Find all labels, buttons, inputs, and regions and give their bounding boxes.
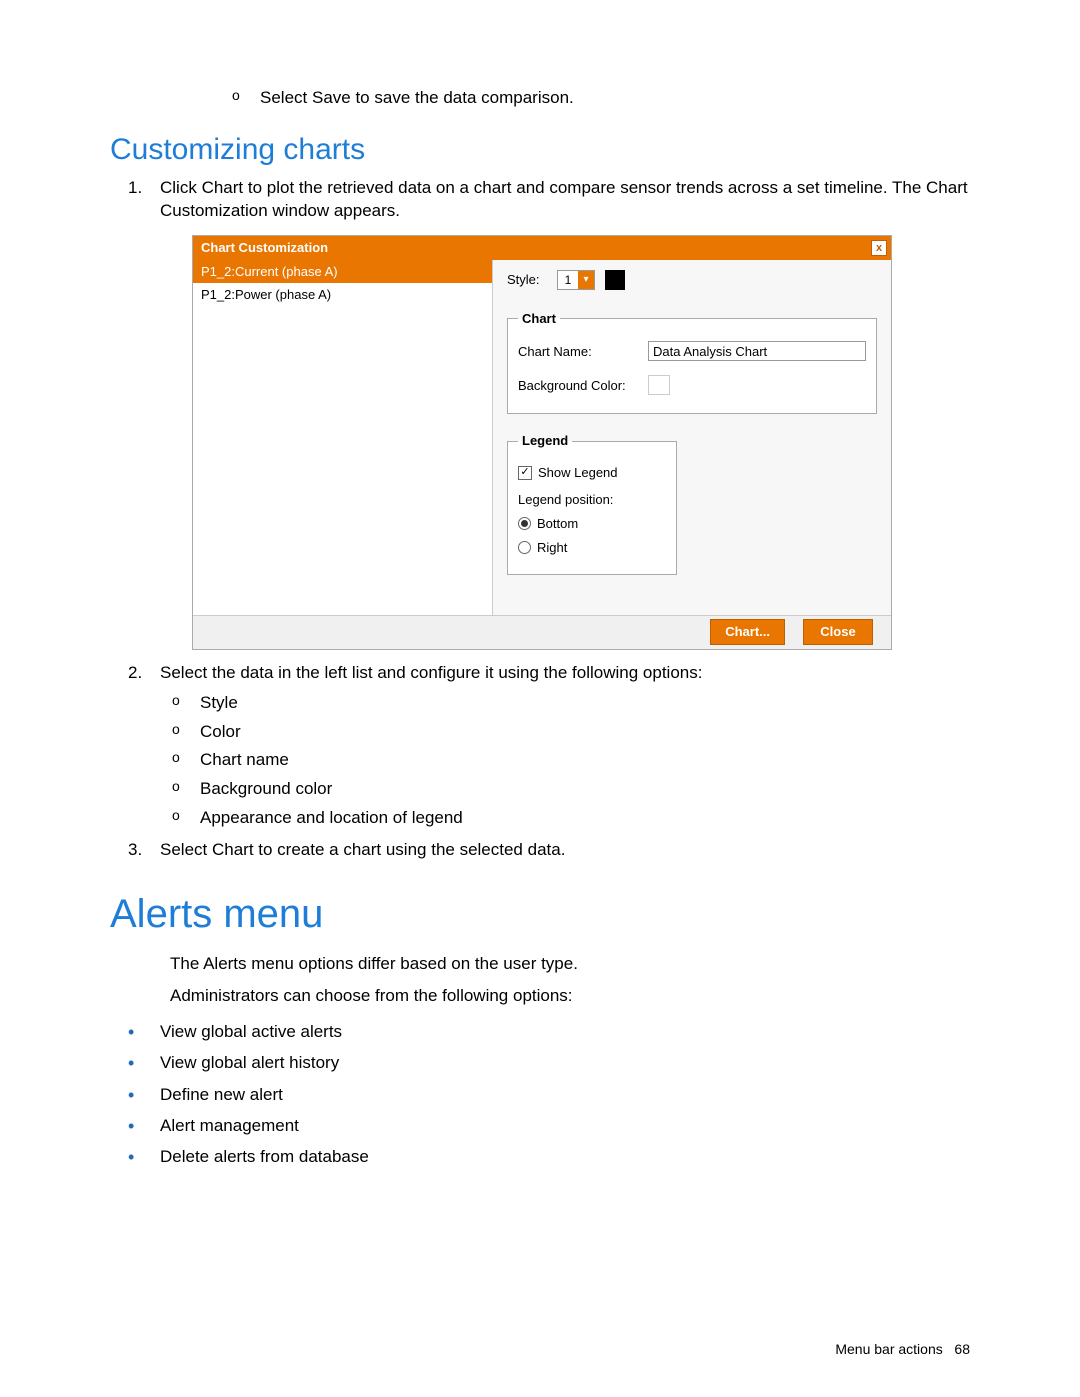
steps-list: 1. Click Chart to plot the retrieved dat… xyxy=(110,177,970,862)
close-button[interactable]: Close xyxy=(803,619,873,645)
heading-customizing-charts: Customizing charts xyxy=(110,133,970,167)
opt-legend: Appearance and location of legend xyxy=(160,804,970,833)
admin-opt: View global alert history xyxy=(110,1047,970,1078)
chart-name-row: Chart Name: xyxy=(518,341,866,361)
data-list[interactable]: P1_2:Current (phase A) P1_2:Power (phase… xyxy=(193,260,493,615)
admin-opt: Define new alert xyxy=(110,1079,970,1110)
text: to save the data comparison. xyxy=(351,88,574,107)
page-footer: Menu bar actions 68 xyxy=(835,1341,970,1357)
footer-section: Menu bar actions xyxy=(835,1341,942,1357)
fieldset-legend: Legend xyxy=(518,432,572,450)
step-3: 3. Select Chart to create a chart using … xyxy=(110,839,970,862)
style-label: Style: xyxy=(507,271,547,289)
text: to create a chart using the selected dat… xyxy=(254,840,566,859)
style-value: 1 xyxy=(558,271,578,289)
step-number: 3. xyxy=(128,839,142,862)
bg-color-row: Background Color: xyxy=(518,375,866,395)
show-legend-checkbox[interactable]: ✓ xyxy=(518,466,532,480)
chart-word: Chart xyxy=(202,178,244,197)
save-word: Save xyxy=(312,88,351,107)
opt-color: Color xyxy=(160,718,970,747)
opt-bg-color: Background color xyxy=(160,775,970,804)
radio-right-row: Right xyxy=(518,539,666,557)
text: Select the data in the left list and con… xyxy=(160,663,702,682)
alerts-para-2: Administrators can choose from the follo… xyxy=(170,984,970,1008)
save-bullet: Select Save to save the data comparison. xyxy=(220,84,970,113)
alerts-para-1: The Alerts menu options differ based on … xyxy=(170,952,970,976)
opt-style: Style xyxy=(160,689,970,718)
style-row: Style: 1 ▾ xyxy=(507,270,877,290)
step-number: 1. xyxy=(128,177,142,200)
close-icon[interactable]: x xyxy=(871,240,887,256)
radio-bottom-label: Bottom xyxy=(537,515,578,533)
footer-page: 68 xyxy=(954,1341,970,1357)
style-dropdown[interactable]: 1 ▾ xyxy=(557,270,595,290)
chevron-down-icon[interactable]: ▾ xyxy=(578,271,594,289)
bg-color-label: Background Color: xyxy=(518,377,648,395)
step-number: 2. xyxy=(128,662,142,685)
options-panel: Style: 1 ▾ Chart Chart Name: xyxy=(493,260,891,615)
chart-name-label: Chart Name: xyxy=(518,343,648,361)
radio-bottom[interactable] xyxy=(518,517,531,530)
step-2: 2. Select the data in the left list and … xyxy=(110,662,970,833)
text: Click xyxy=(160,178,202,197)
chart-fieldset: Chart Chart Name: Background Color: xyxy=(507,310,877,415)
legend-position-label-row: Legend position: xyxy=(518,491,666,509)
text: Select xyxy=(260,88,312,107)
chart-word: Chart xyxy=(212,840,254,859)
save-bullet-list: Select Save to save the data comparison. xyxy=(220,84,970,113)
chart-customization-window: Chart Customization x P1_2:Current (phas… xyxy=(192,235,892,650)
radio-right-label: Right xyxy=(537,539,567,557)
admin-opt: View global active alerts xyxy=(110,1016,970,1047)
page: Select Save to save the data comparison.… xyxy=(0,0,1080,1397)
legend-fieldset: Legend ✓ Show Legend Legend position: Bo… xyxy=(507,432,677,575)
list-item[interactable]: P1_2:Power (phase A) xyxy=(193,283,492,307)
admin-opt: Delete alerts from database xyxy=(110,1141,970,1172)
fieldset-legend: Chart xyxy=(518,310,560,328)
heading-alerts-menu: Alerts menu xyxy=(110,892,970,937)
radio-right[interactable] xyxy=(518,541,531,554)
text: Select xyxy=(160,840,212,859)
window-titlebar: Chart Customization x xyxy=(193,236,891,260)
admin-opt: Alert management xyxy=(110,1110,970,1141)
opt-chart-name: Chart name xyxy=(160,746,970,775)
text: to plot the retrieved data on a chart an… xyxy=(160,178,968,220)
admin-options-list: View global active alerts View global al… xyxy=(110,1016,970,1173)
bg-color-swatch[interactable] xyxy=(648,375,670,395)
window-body: P1_2:Current (phase A) P1_2:Power (phase… xyxy=(193,260,891,615)
step2-options: Style Color Chart name Background color … xyxy=(160,689,970,833)
window-footer: Chart... Close xyxy=(193,615,891,649)
chart-button[interactable]: Chart... xyxy=(710,619,785,645)
legend-position-label: Legend position: xyxy=(518,491,613,509)
series-color-swatch[interactable] xyxy=(605,270,625,290)
chart-name-input[interactable] xyxy=(648,341,866,361)
list-item-selected[interactable]: P1_2:Current (phase A) xyxy=(193,260,492,284)
show-legend-label: Show Legend xyxy=(538,464,618,482)
window-title: Chart Customization xyxy=(201,239,328,257)
step-1: 1. Click Chart to plot the retrieved dat… xyxy=(110,177,970,650)
radio-bottom-row: Bottom xyxy=(518,515,666,533)
show-legend-row: ✓ Show Legend xyxy=(518,464,666,482)
